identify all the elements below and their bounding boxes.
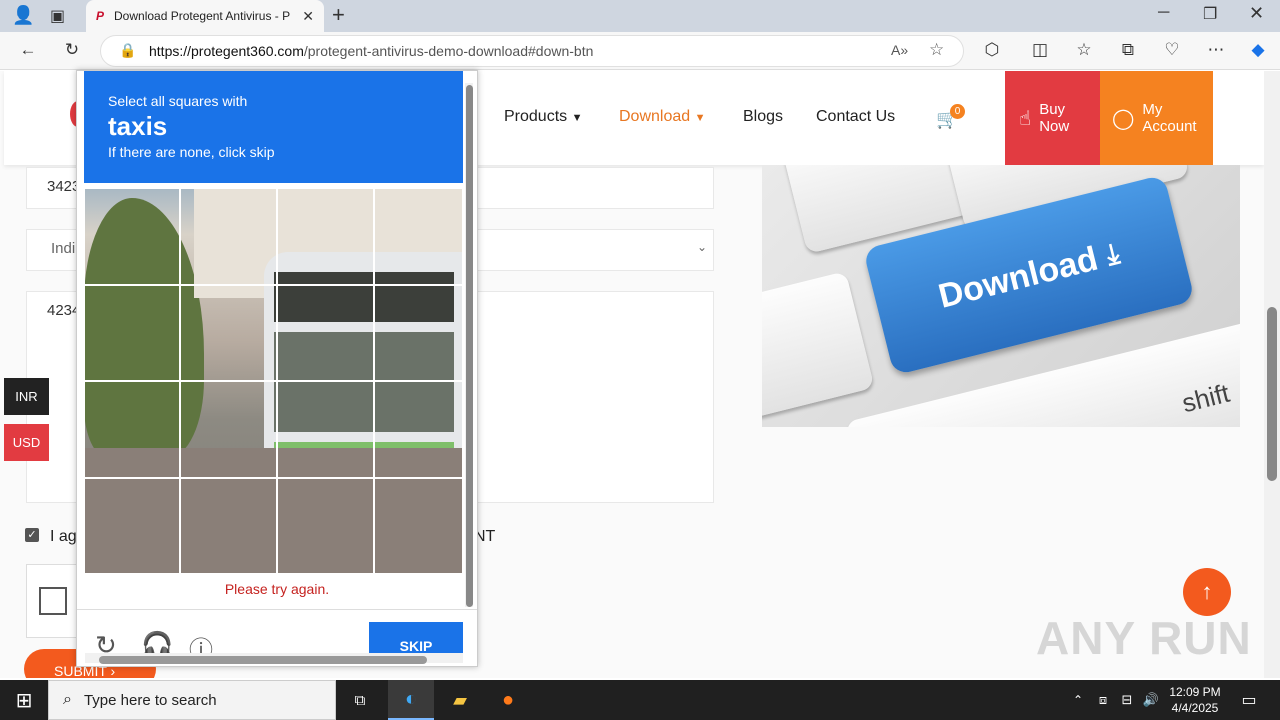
- clock-time: 12:09 PM: [1169, 685, 1221, 699]
- more-icon[interactable]: ⋯: [1204, 38, 1228, 62]
- task-view-icon[interactable]: ⧉: [340, 680, 380, 720]
- page-scrollbar[interactable]: [1264, 71, 1280, 678]
- favicon-icon: P: [96, 9, 105, 23]
- captcha-challenge: Select all squares with taxis If there a…: [76, 70, 478, 667]
- edge-taskbar-icon[interactable]: ◐: [388, 680, 434, 720]
- agree-label-start: I ag: [50, 528, 77, 545]
- agree-checkbox[interactable]: ✓: [25, 528, 39, 542]
- captcha-tile-12[interactable]: [374, 381, 463, 478]
- captcha-instruction-line1: Select all squares with: [108, 93, 248, 109]
- my-account-button[interactable]: ◯ My Account: [1100, 71, 1213, 165]
- browser-tab[interactable]: P Download Protegent Antivirus - P ✕: [86, 0, 324, 32]
- url-host: https://protegent360.com: [149, 43, 304, 59]
- extensions-icon[interactable]: ⬡: [980, 38, 1004, 62]
- nav-blogs[interactable]: Blogs: [743, 108, 783, 126]
- close-window-icon[interactable]: ✕: [1249, 3, 1264, 24]
- scroll-to-top-button[interactable]: ↑: [1183, 568, 1231, 616]
- captcha-image-grid: [84, 188, 463, 574]
- captcha-tile-7[interactable]: [277, 285, 374, 381]
- chevron-down-icon: ⌄: [696, 240, 707, 254]
- taskbar-search-box[interactable]: ⌕ Type here to search: [48, 680, 336, 720]
- refresh-icon[interactable]: ↻: [60, 38, 84, 62]
- back-icon[interactable]: ←: [16, 38, 40, 62]
- read-aloud-icon[interactable]: A»: [891, 42, 908, 58]
- currency-usd-button[interactable]: USD: [4, 424, 49, 461]
- keyboard-key: [762, 271, 875, 419]
- captcha-instruction-line3: If there are none, click skip: [108, 144, 275, 160]
- lock-icon[interactable]: 🔒: [119, 42, 136, 59]
- nav-contact-us[interactable]: Contact Us: [816, 108, 895, 126]
- browser-essentials-icon[interactable]: ♡: [1160, 38, 1184, 62]
- nav-products[interactable]: Products ▼: [504, 108, 582, 126]
- favorite-star-icon[interactable]: ☆: [929, 40, 944, 60]
- captcha-tile-3[interactable]: [277, 188, 374, 285]
- recaptcha-checkbox[interactable]: [39, 587, 67, 615]
- tab-actions-icon[interactable]: ▣: [50, 6, 65, 26]
- restore-icon[interactable]: ❐: [1203, 4, 1217, 24]
- user-circle-icon: ◯: [1112, 107, 1135, 130]
- url-path: /protegent-antivirus-demo-download#down-…: [303, 43, 594, 59]
- volume-icon[interactable]: 🔊: [1140, 680, 1162, 720]
- captcha-tile-16[interactable]: [374, 478, 463, 574]
- file-explorer-icon[interactable]: ▰: [440, 680, 480, 720]
- tray-chevron-up-icon[interactable]: ⌃: [1066, 680, 1090, 720]
- firefox-icon[interactable]: ●: [488, 680, 528, 720]
- clock[interactable]: 12:09 PM 4/4/2025: [1164, 680, 1226, 720]
- split-screen-icon[interactable]: ◫: [1028, 38, 1052, 62]
- download-arrow-icon: ⤓: [1102, 236, 1123, 270]
- captcha-tile-6[interactable]: [180, 285, 277, 381]
- captcha-tile-2[interactable]: [180, 188, 277, 285]
- captcha-tile-1[interactable]: [84, 188, 180, 285]
- download-hero-image: Download ⤓ shift: [762, 165, 1240, 427]
- network-icon[interactable]: ⊟: [1116, 680, 1138, 720]
- arrow-up-icon: ↑: [1201, 579, 1213, 604]
- captcha-tile-15[interactable]: [277, 478, 374, 574]
- captcha-instructions: Select all squares with taxis If there a…: [84, 71, 463, 183]
- new-tab-icon[interactable]: +: [332, 2, 345, 28]
- tray-device-icon[interactable]: ⧈: [1092, 680, 1114, 720]
- search-icon: ⌕: [63, 691, 72, 708]
- nav-download[interactable]: Download ▼: [619, 108, 706, 126]
- favorites-icon[interactable]: ☆: [1072, 38, 1096, 62]
- cart-count-badge: 0: [950, 104, 965, 119]
- captcha-vertical-scrollbar-thumb[interactable]: [466, 85, 473, 607]
- currency-inr-button[interactable]: INR: [4, 378, 49, 415]
- profile-icon[interactable]: 👤: [12, 5, 34, 26]
- captcha-tile-4[interactable]: [374, 188, 463, 285]
- buy-now-button[interactable]: ☝ Buy Now: [1005, 71, 1100, 165]
- tab-title: Download Protegent Antivirus - P: [114, 9, 291, 23]
- tab-close-icon[interactable]: ✕: [302, 8, 314, 25]
- captcha-tile-10[interactable]: [180, 381, 277, 478]
- captcha-tile-9[interactable]: [84, 381, 180, 478]
- minimize-icon[interactable]: ─: [1158, 4, 1169, 22]
- captcha-tile-14[interactable]: [180, 478, 277, 574]
- hand-pointer-icon: ☝: [1019, 107, 1032, 130]
- copilot-icon[interactable]: ◆: [1246, 38, 1270, 62]
- captcha-target: taxis: [108, 111, 168, 141]
- address-bar[interactable]: 🔒 https://protegent360.com/protegent-ant…: [100, 35, 964, 67]
- captcha-error-message: Please try again.: [224, 581, 330, 597]
- clock-date: 4/4/2025: [1171, 701, 1219, 715]
- notifications-icon[interactable]: ▭: [1234, 680, 1264, 720]
- captcha-horizontal-scrollbar-thumb[interactable]: [99, 656, 427, 664]
- collections-icon[interactable]: ⧉: [1116, 38, 1140, 62]
- captcha-tile-13[interactable]: [84, 478, 180, 574]
- page-scrollbar-thumb[interactable]: [1267, 307, 1277, 481]
- search-placeholder: Type here to search: [83, 691, 217, 709]
- captcha-tile-5[interactable]: [84, 285, 180, 381]
- captcha-tile-11[interactable]: [277, 381, 374, 478]
- captcha-tile-8[interactable]: [374, 285, 463, 381]
- anyrun-watermark: ANY RUN: [1036, 612, 1252, 664]
- windows-start-icon[interactable]: ⊞: [0, 680, 48, 720]
